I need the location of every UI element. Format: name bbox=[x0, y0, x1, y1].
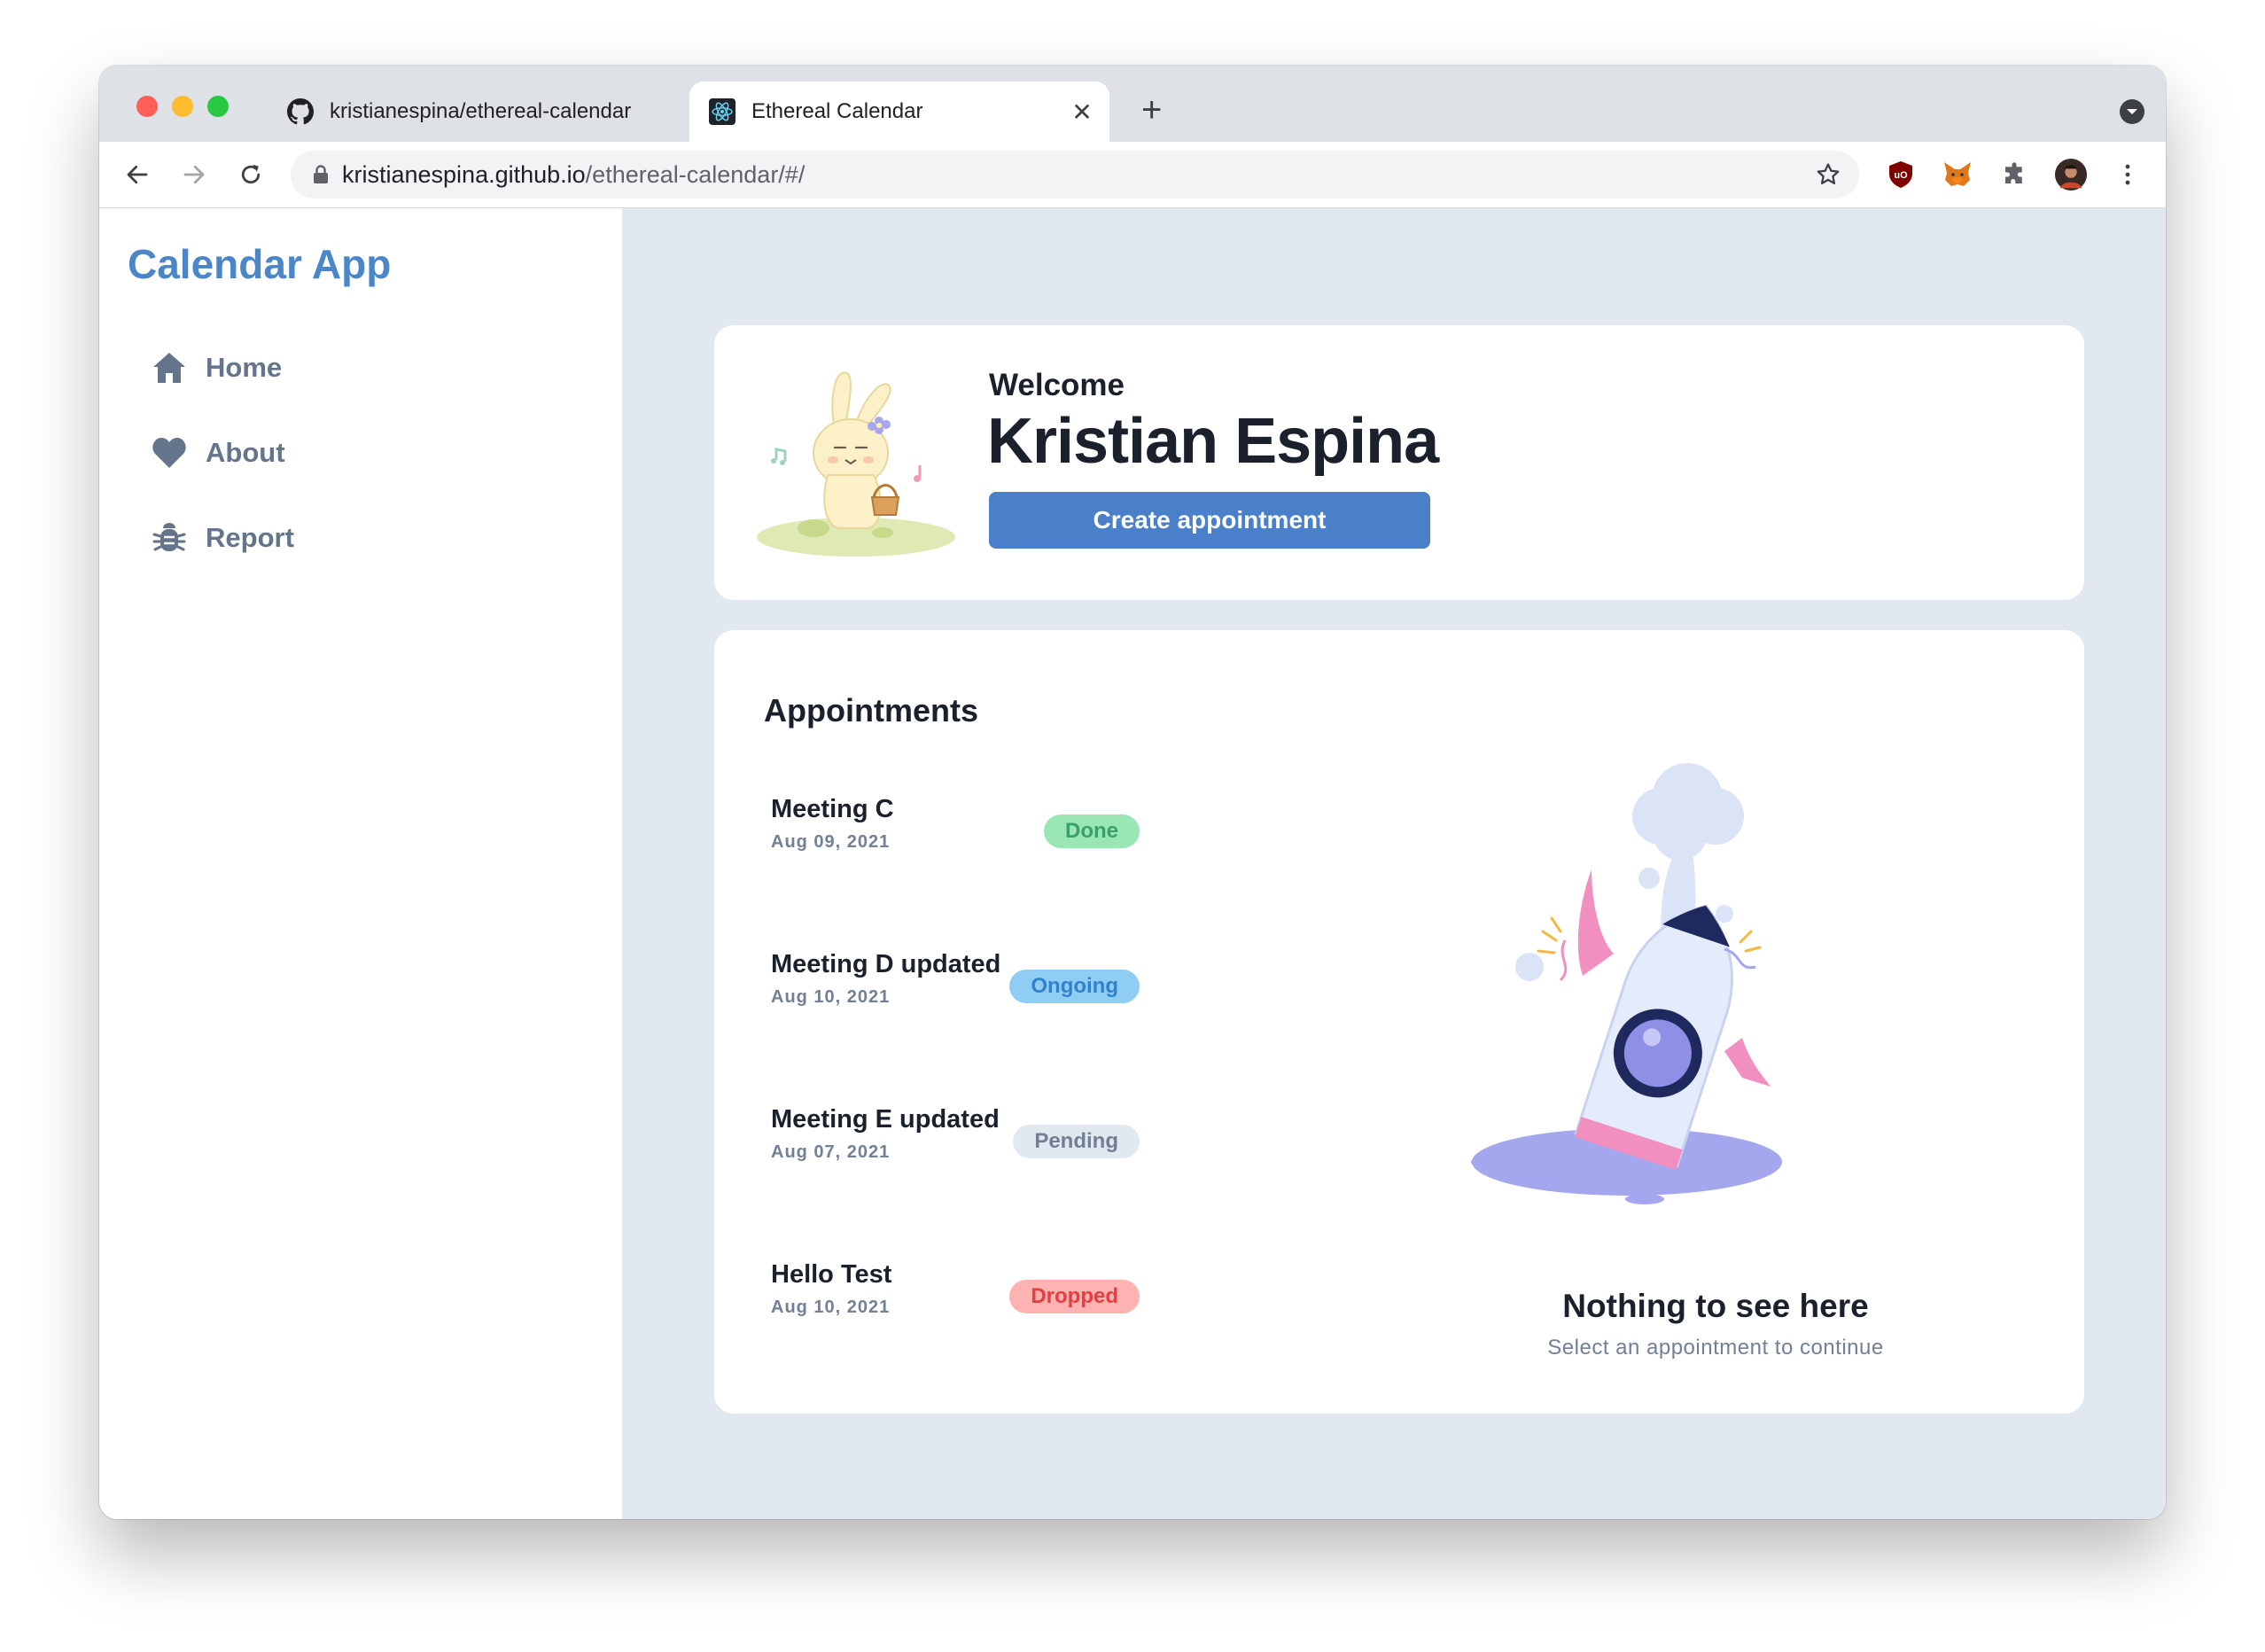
sidebar-item-report[interactable]: Report bbox=[151, 511, 294, 565]
bunny-illustration bbox=[757, 371, 955, 557]
appointment-date: Aug 07, 2021 bbox=[771, 1142, 891, 1162]
tab-title: kristianespina/ethereal-calendar bbox=[330, 99, 632, 123]
profile-avatar[interactable] bbox=[2054, 158, 2088, 191]
close-tab-icon[interactable]: ✕ bbox=[1069, 97, 1095, 127]
github-icon bbox=[287, 98, 314, 125]
sidebar-item-label: Report bbox=[206, 522, 294, 553]
appointment-item[interactable]: Meeting D updated Aug 10, 2021 Ongoing bbox=[771, 950, 1140, 1030]
status-badge: Dropped bbox=[1009, 1280, 1140, 1313]
chevron-down-icon bbox=[2127, 109, 2137, 114]
sidebar-item-home[interactable]: Home bbox=[151, 341, 282, 394]
url-host: kristianespina.github.io bbox=[342, 160, 586, 188]
app-brand[interactable]: Calendar App bbox=[128, 240, 391, 288]
appointment-name: Meeting E updated bbox=[771, 1105, 1000, 1134]
bug-icon bbox=[151, 519, 188, 557]
star-icon[interactable] bbox=[1815, 161, 1841, 188]
ublock-icon[interactable]: uO bbox=[1884, 158, 1918, 191]
status-badge: Done bbox=[1044, 814, 1140, 848]
sidebar-item-label: About bbox=[206, 437, 285, 468]
metamask-fox-icon[interactable] bbox=[1941, 158, 1974, 191]
close-window-button[interactable] bbox=[136, 96, 158, 117]
appointment-date: Aug 09, 2021 bbox=[771, 832, 891, 852]
back-button[interactable] bbox=[121, 158, 154, 191]
url-text: kristianespina.github.io/ethereal-calend… bbox=[342, 161, 805, 189]
forward-button[interactable] bbox=[177, 158, 211, 191]
appointment-name: Meeting C bbox=[771, 795, 894, 823]
page-content: Calendar App Home About Report Welcome K… bbox=[99, 208, 2166, 1519]
welcome-label: Welcome bbox=[989, 368, 1125, 402]
appointment-name: Hello Test bbox=[771, 1260, 892, 1289]
react-icon bbox=[709, 98, 736, 125]
appointment-date: Aug 10, 2021 bbox=[771, 1297, 891, 1317]
reload-button[interactable] bbox=[234, 158, 268, 191]
tab-strip: kristianespina/ethereal-calendar ✕ Ether… bbox=[99, 66, 2166, 142]
appointments-title: Appointments bbox=[764, 692, 978, 729]
empty-state-title: Nothing to see here bbox=[1562, 1288, 1869, 1324]
url-path: /ethereal-calendar/#/ bbox=[585, 160, 806, 188]
sidebar-item-about[interactable]: About bbox=[151, 426, 285, 479]
browser-menu-icon[interactable] bbox=[2111, 158, 2144, 191]
address-bar[interactable]: kristianespina.github.io/ethereal-calend… bbox=[291, 151, 1859, 199]
status-badge: Pending bbox=[1013, 1125, 1140, 1158]
reload-icon bbox=[241, 164, 261, 184]
minimize-window-button[interactable] bbox=[172, 96, 193, 117]
svg-text:uO: uO bbox=[1894, 170, 1908, 181]
lock-icon bbox=[312, 164, 330, 185]
appointment-item[interactable]: Meeting E updated Aug 07, 2021 Pending bbox=[771, 1105, 1140, 1185]
sidebar: Calendar App Home About Report bbox=[99, 208, 622, 1519]
tab-search-button[interactable] bbox=[2120, 99, 2144, 124]
status-badge: Ongoing bbox=[1009, 970, 1140, 1003]
arrow-left-icon bbox=[127, 165, 148, 184]
maximize-window-button[interactable] bbox=[207, 96, 229, 117]
browser-window: kristianespina/ethereal-calendar ✕ Ether… bbox=[99, 66, 2166, 1519]
appointments-card: Appointments Meeting C Aug 09, 2021 Done… bbox=[714, 630, 2084, 1414]
appointment-item[interactable]: Hello Test Aug 10, 2021 Dropped bbox=[771, 1260, 1140, 1340]
appointment-date: Aug 10, 2021 bbox=[771, 987, 891, 1007]
heart-icon bbox=[151, 434, 188, 471]
empty-state-subtitle: Select an appointment to continue bbox=[1547, 1336, 1884, 1360]
new-tab-button[interactable]: + bbox=[1141, 92, 1162, 128]
tab-ethereal-calendar[interactable]: Ethereal Calendar ✕ bbox=[689, 82, 1109, 142]
tab-title: Ethereal Calendar bbox=[751, 99, 923, 123]
browser-toolbar: kristianespina.github.io/ethereal-calend… bbox=[99, 142, 2166, 208]
sidebar-item-label: Home bbox=[206, 352, 283, 383]
appointment-name: Meeting D updated bbox=[771, 950, 1001, 978]
home-icon bbox=[151, 349, 188, 386]
arrow-right-icon bbox=[183, 165, 205, 184]
empty-state-text: Nothing to see here Select an appointmen… bbox=[1228, 630, 2166, 1414]
puzzle-icon[interactable] bbox=[1997, 158, 2031, 191]
appointment-item[interactable]: Meeting C Aug 09, 2021 Done bbox=[771, 795, 1140, 875]
